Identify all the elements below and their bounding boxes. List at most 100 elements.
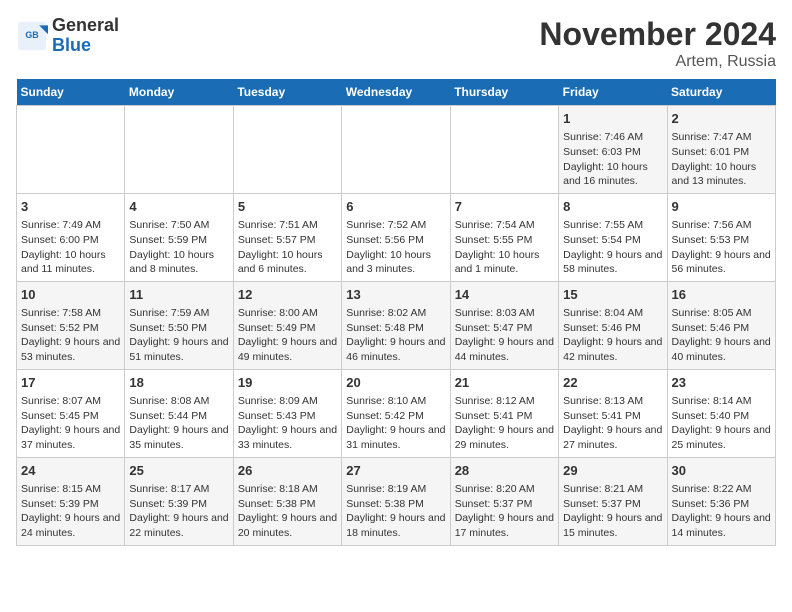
header-saturday: Saturday [667, 79, 775, 106]
day-content: Sunrise: 7:46 AM Sunset: 6:03 PM Dayligh… [563, 130, 662, 189]
calendar-cell: 26 Sunrise: 8:18 AM Sunset: 5:38 PM Dayli… [233, 457, 341, 545]
day-number: 25 [129, 462, 228, 480]
day-number: 15 [563, 286, 662, 304]
day-number: 22 [563, 374, 662, 392]
calendar-cell: 4 Sunrise: 7:50 AM Sunset: 5:59 PM Daylig… [125, 193, 233, 281]
calendar-cell: 10Sunrise: 7:58 AM Sunset: 5:52 PM Dayli… [17, 281, 125, 369]
day-content: Sunrise: 7:58 AM Sunset: 5:52 PM Dayligh… [21, 306, 120, 365]
day-number: 7 [455, 198, 554, 216]
calendar-cell [450, 106, 558, 194]
title-area: November 2024 Artem, Russia [539, 16, 776, 71]
calendar-cell: 15Sunrise: 8:04 AM Sunset: 5:46 PM Dayli… [559, 281, 667, 369]
calendar-cell: 29 Sunrise: 8:21 AM Sunset: 5:37 PM Dayli… [559, 457, 667, 545]
day-content: Sunrise: 7:54 AM Sunset: 5:55 PM Dayligh… [455, 218, 554, 277]
day-number: 16 [672, 286, 771, 304]
calendar-week-row: 3 Sunrise: 7:49 AM Sunset: 6:00 PM Daylig… [17, 193, 776, 281]
calendar-cell: 13 Sunrise: 8:02 AM Sunset: 5:48 PM Dayli… [342, 281, 450, 369]
calendar-cell: 27Sunrise: 8:19 AM Sunset: 5:38 PM Dayli… [342, 457, 450, 545]
day-number: 2 [672, 110, 771, 128]
day-number: 24 [21, 462, 120, 480]
calendar-cell: 22 Sunrise: 8:13 AM Sunset: 5:41 PM Dayli… [559, 369, 667, 457]
day-number: 26 [238, 462, 337, 480]
day-content: Sunrise: 7:50 AM Sunset: 5:59 PM Dayligh… [129, 218, 228, 277]
day-number: 1 [563, 110, 662, 128]
day-number: 6 [346, 198, 445, 216]
day-content: Sunrise: 7:47 AM Sunset: 6:01 PM Dayligh… [672, 130, 771, 189]
day-number: 29 [563, 462, 662, 480]
day-number: 11 [129, 286, 228, 304]
calendar-cell: 1 Sunrise: 7:46 AM Sunset: 6:03 PM Daylig… [559, 106, 667, 194]
calendar-week-row: 10Sunrise: 7:58 AM Sunset: 5:52 PM Dayli… [17, 281, 776, 369]
header-wednesday: Wednesday [342, 79, 450, 106]
day-content: Sunrise: 8:02 AM Sunset: 5:48 PM Dayligh… [346, 306, 445, 365]
day-content: Sunrise: 8:08 AM Sunset: 5:44 PM Dayligh… [129, 394, 228, 453]
logo-line1: General [52, 16, 119, 36]
day-content: Sunrise: 7:49 AM Sunset: 6:00 PM Dayligh… [21, 218, 120, 277]
day-number: 9 [672, 198, 771, 216]
day-content: Sunrise: 8:18 AM Sunset: 5:38 PM Dayligh… [238, 482, 337, 541]
header-sunday: Sunday [17, 79, 125, 106]
day-number: 28 [455, 462, 554, 480]
day-content: Sunrise: 8:10 AM Sunset: 5:42 PM Dayligh… [346, 394, 445, 453]
day-content: Sunrise: 8:19 AM Sunset: 5:38 PM Dayligh… [346, 482, 445, 541]
svg-text:GB: GB [25, 30, 38, 40]
day-number: 4 [129, 198, 228, 216]
day-number: 14 [455, 286, 554, 304]
calendar-cell [342, 106, 450, 194]
calendar-cell: 8 Sunrise: 7:55 AM Sunset: 5:54 PM Daylig… [559, 193, 667, 281]
calendar-cell: 25 Sunrise: 8:17 AM Sunset: 5:39 PM Dayli… [125, 457, 233, 545]
logo-icon: GB [16, 20, 48, 52]
day-content: Sunrise: 7:55 AM Sunset: 5:54 PM Dayligh… [563, 218, 662, 277]
calendar-week-row: 17 Sunrise: 8:07 AM Sunset: 5:45 PM Dayli… [17, 369, 776, 457]
calendar-cell [233, 106, 341, 194]
day-number: 23 [672, 374, 771, 392]
calendar-cell: 14Sunrise: 8:03 AM Sunset: 5:47 PM Dayli… [450, 281, 558, 369]
day-content: Sunrise: 8:21 AM Sunset: 5:37 PM Dayligh… [563, 482, 662, 541]
calendar-cell: 9 Sunrise: 7:56 AM Sunset: 5:53 PM Daylig… [667, 193, 775, 281]
day-content: Sunrise: 8:07 AM Sunset: 5:45 PM Dayligh… [21, 394, 120, 453]
day-content: Sunrise: 7:51 AM Sunset: 5:57 PM Dayligh… [238, 218, 337, 277]
day-content: Sunrise: 8:17 AM Sunset: 5:39 PM Dayligh… [129, 482, 228, 541]
calendar-cell: 6Sunrise: 7:52 AM Sunset: 5:56 PM Daylig… [342, 193, 450, 281]
day-number: 8 [563, 198, 662, 216]
logo: GB General Blue [16, 16, 119, 56]
calendar-week-row: 1 Sunrise: 7:46 AM Sunset: 6:03 PM Daylig… [17, 106, 776, 194]
day-number: 3 [21, 198, 120, 216]
header-thursday: Thursday [450, 79, 558, 106]
day-number: 13 [346, 286, 445, 304]
header-monday: Monday [125, 79, 233, 106]
day-content: Sunrise: 8:15 AM Sunset: 5:39 PM Dayligh… [21, 482, 120, 541]
day-number: 12 [238, 286, 337, 304]
calendar-cell: 24 Sunrise: 8:15 AM Sunset: 5:39 PM Dayli… [17, 457, 125, 545]
day-content: Sunrise: 8:00 AM Sunset: 5:49 PM Dayligh… [238, 306, 337, 365]
calendar-cell: 28Sunrise: 8:20 AM Sunset: 5:37 PM Dayli… [450, 457, 558, 545]
calendar-cell: 20Sunrise: 8:10 AM Sunset: 5:42 PM Dayli… [342, 369, 450, 457]
calendar-cell [125, 106, 233, 194]
day-number: 21 [455, 374, 554, 392]
calendar-cell: 16 Sunrise: 8:05 AM Sunset: 5:46 PM Dayli… [667, 281, 775, 369]
day-content: Sunrise: 7:56 AM Sunset: 5:53 PM Dayligh… [672, 218, 771, 277]
month-title: November 2024 [539, 16, 776, 53]
calendar-cell: 5 Sunrise: 7:51 AM Sunset: 5:57 PM Daylig… [233, 193, 341, 281]
calendar-cell: 18 Sunrise: 8:08 AM Sunset: 5:44 PM Dayli… [125, 369, 233, 457]
day-number: 17 [21, 374, 120, 392]
header-friday: Friday [559, 79, 667, 106]
calendar-cell: 3 Sunrise: 7:49 AM Sunset: 6:00 PM Daylig… [17, 193, 125, 281]
calendar-cell: 7 Sunrise: 7:54 AM Sunset: 5:55 PM Daylig… [450, 193, 558, 281]
calendar-cell: 21 Sunrise: 8:12 AM Sunset: 5:41 PM Dayli… [450, 369, 558, 457]
page-header: GB General Blue November 2024 Artem, Rus… [16, 16, 776, 71]
day-content: Sunrise: 8:13 AM Sunset: 5:41 PM Dayligh… [563, 394, 662, 453]
day-number: 30 [672, 462, 771, 480]
calendar-cell: 12 Sunrise: 8:00 AM Sunset: 5:49 PM Dayli… [233, 281, 341, 369]
calendar-cell [17, 106, 125, 194]
day-content: Sunrise: 8:22 AM Sunset: 5:36 PM Dayligh… [672, 482, 771, 541]
day-content: Sunrise: 7:59 AM Sunset: 5:50 PM Dayligh… [129, 306, 228, 365]
day-number: 18 [129, 374, 228, 392]
day-content: Sunrise: 8:05 AM Sunset: 5:46 PM Dayligh… [672, 306, 771, 365]
calendar-week-row: 24 Sunrise: 8:15 AM Sunset: 5:39 PM Dayli… [17, 457, 776, 545]
calendar-cell: 23Sunrise: 8:14 AM Sunset: 5:40 PM Dayli… [667, 369, 775, 457]
day-content: Sunrise: 8:12 AM Sunset: 5:41 PM Dayligh… [455, 394, 554, 453]
calendar-cell: 17 Sunrise: 8:07 AM Sunset: 5:45 PM Dayli… [17, 369, 125, 457]
location-title: Artem, Russia [539, 53, 776, 71]
day-number: 5 [238, 198, 337, 216]
